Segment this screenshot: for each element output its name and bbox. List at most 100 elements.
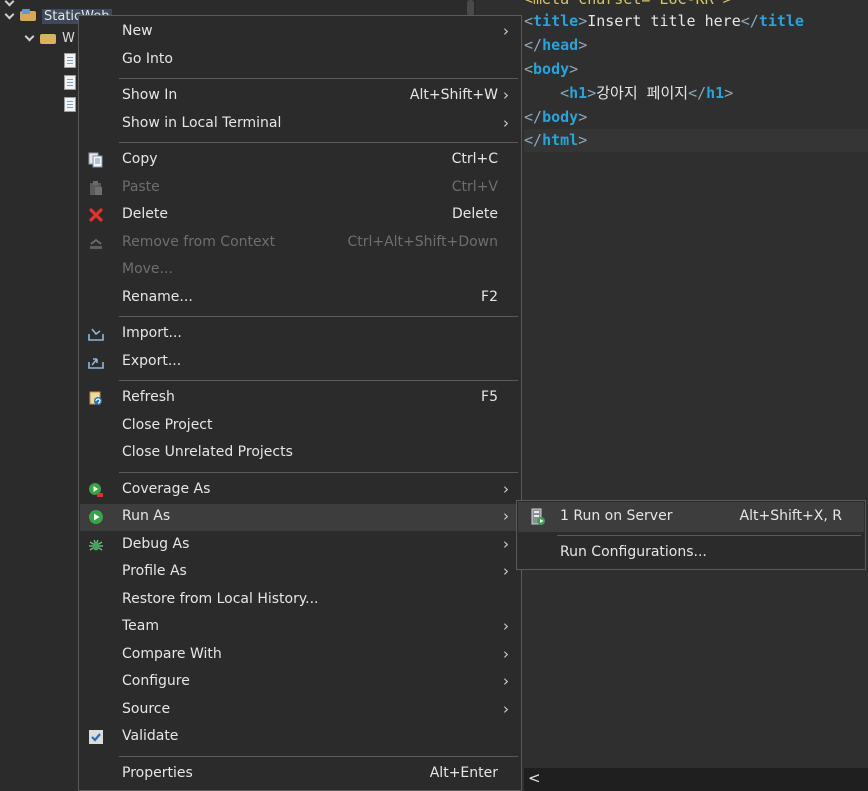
menu-item-source[interactable]: Source › (80, 697, 520, 724)
menu-item-rename[interactable]: Rename... F2 (80, 285, 520, 312)
server-run-icon (530, 508, 546, 526)
menu-item-accelerator: Ctrl+Alt+Shift+Down (347, 233, 498, 250)
menu-item-move: Move... (80, 257, 520, 284)
folder-label: W (62, 30, 75, 46)
code-text: Insert title here (587, 12, 741, 30)
project-icon (20, 9, 38, 23)
menu-item-show-in-local-terminal[interactable]: Show in Local Terminal › (80, 111, 520, 138)
context-menu: New › Go Into Show In Alt+Shift+W › Show in Lo… (78, 15, 522, 791)
menu-item-new[interactable]: New › (80, 19, 520, 46)
menu-item-label: Configure (122, 673, 190, 689)
menu-item-import[interactable]: Import... (80, 321, 520, 348)
chevron-right-icon: › (503, 113, 509, 132)
menu-item-label: Restore from Local History... (122, 590, 319, 607)
code-bracket: </ (524, 131, 543, 149)
menu-item-coverage-as[interactable]: Coverage As › (80, 477, 520, 504)
menu-item-restore-from-local-history[interactable]: Restore from Local History... (80, 587, 520, 614)
scroll-left-arrow-icon[interactable]: < (528, 769, 541, 787)
menu-item-accelerator: F5 (481, 389, 498, 405)
menu-item-run-as[interactable]: Run As › (80, 504, 520, 531)
code-line[interactable]: </body> (524, 106, 587, 129)
menu-item-label: Run Configurations... (560, 544, 707, 560)
run-as-submenu: 1 Run on Server Alt+Shift+X, R Run Confi… (516, 500, 866, 570)
chevron-right-icon: › (503, 672, 509, 690)
tree-item-folder[interactable]: W (24, 28, 75, 48)
menu-item-label: 1 Run on Server (560, 508, 673, 524)
menu-item-label: Rename... (122, 288, 193, 305)
menu-item-label: Close Project (122, 416, 213, 433)
chevron-right-icon: › (503, 699, 509, 718)
delete-icon (88, 207, 104, 223)
code-text: 강아지 페이지 (596, 84, 689, 102)
menu-item-label: Team (122, 618, 160, 634)
menu-item-label: Coverage As (122, 480, 211, 497)
file-icon (64, 74, 76, 90)
menu-item-validate[interactable]: Validate (80, 724, 520, 751)
code-tag-name: title (758, 12, 804, 30)
code-editor[interactable]: 4 <meta charset="EUC-KR"><title>Insert t… (476, 0, 868, 791)
file-icon (64, 52, 76, 68)
chevron-right-icon: › (503, 562, 509, 580)
menu-item-debug-as[interactable]: Debug As › (80, 532, 520, 559)
line-number: 4 (476, 0, 516, 4)
menu-item-label: Show In (122, 87, 178, 103)
menu-item-label: Close Unrelated Projects (122, 444, 293, 460)
menu-item-delete[interactable]: Delete Delete (80, 202, 520, 229)
menu-item-remove-from-context: Remove from Context Ctrl+Alt+Shift+Down (80, 230, 520, 257)
code-bracket: < (524, 12, 534, 30)
chevron-right-icon: › (503, 479, 509, 498)
code-line[interactable]: </head> (524, 34, 587, 57)
menu-item-refresh[interactable]: Refresh F5 (80, 385, 520, 412)
code-tag-name: h1 (706, 84, 725, 102)
menu-item-configure[interactable]: Configure › (80, 669, 520, 696)
menu-item-run-on-server[interactable]: 1 Run on Server Alt+Shift+X, R (518, 502, 864, 532)
code-bracket: > (578, 131, 588, 149)
menu-item-export[interactable]: Export... (80, 349, 520, 376)
menu-item-label: Paste (122, 178, 160, 195)
menu-item-accelerator: Alt+Shift+W (409, 87, 498, 103)
menu-item-label: Export... (122, 352, 182, 369)
scrollbar-thumb[interactable] (467, 0, 474, 16)
menu-item-accelerator: Ctrl+C (451, 151, 498, 167)
run-icon (88, 509, 104, 525)
menu-item-label: Remove from Context (122, 233, 276, 250)
menu-item-go-into[interactable]: Go Into (80, 47, 520, 74)
tree-item-file[interactable] (64, 50, 76, 70)
code-line[interactable]: <title>Insert title here</title (524, 10, 804, 33)
menu-item-label: Properties (122, 764, 193, 781)
menu-item-label: Go Into (122, 50, 173, 67)
menu-separator (119, 316, 518, 317)
code-bracket: </ (688, 84, 707, 102)
menu-item-profile-as[interactable]: Profile As › (80, 559, 520, 586)
paste-icon (88, 180, 104, 196)
code-line[interactable]: </html> (524, 129, 868, 152)
menu-item-accelerator: Alt+Shift+X, R (739, 508, 842, 524)
menu-item-run-configurations[interactable]: Run Configurations... (518, 538, 864, 568)
code-bracket: > (587, 84, 597, 102)
menu-item-close-project[interactable]: Close Project (80, 413, 520, 440)
tree-item-file[interactable] (64, 94, 76, 114)
code-line[interactable]: <body> (524, 58, 578, 81)
menu-item-paste: Paste Ctrl+V (80, 175, 520, 202)
coverage-icon (88, 482, 104, 498)
import-icon (88, 326, 104, 342)
code-tag-name: html (542, 131, 579, 149)
menu-item-label: Debug As (122, 535, 190, 552)
tree-item-file[interactable] (64, 72, 76, 92)
menu-item-copy[interactable]: Copy Ctrl+C (80, 147, 520, 174)
menu-item-team[interactable]: Team › (80, 614, 520, 641)
editor-horizontal-scrollbar[interactable]: < (524, 768, 868, 791)
menu-item-properties[interactable]: Properties Alt+Enter (80, 761, 520, 788)
copy-icon (88, 152, 104, 168)
menu-item-show-in[interactable]: Show In Alt+Shift+W › (80, 83, 520, 110)
menu-item-compare-with[interactable]: Compare With › (80, 642, 520, 669)
chevron-down-icon[interactable] (4, 10, 16, 22)
menu-separator (119, 755, 518, 757)
chevron-down-icon[interactable] (24, 32, 36, 44)
menu-separator (119, 78, 518, 79)
menu-item-close-unrelated-projects[interactable]: Close Unrelated Projects (80, 440, 520, 467)
code-line[interactable]: <h1>강아지 페이지</h1> (524, 82, 733, 105)
menu-item-label: Move... (122, 261, 173, 277)
code-tag-name: body (533, 60, 570, 78)
code-bracket: </ (524, 108, 543, 126)
